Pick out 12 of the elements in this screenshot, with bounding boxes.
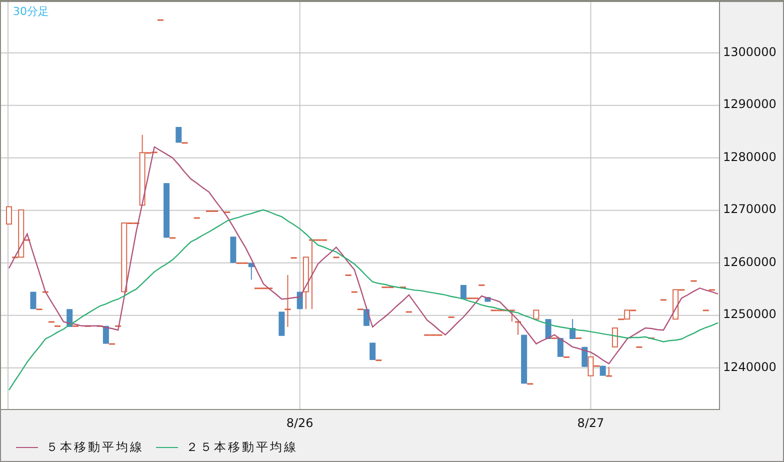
axis-label: 8/27 bbox=[577, 416, 604, 430]
axis-label: 8/26 bbox=[286, 416, 314, 430]
axis-label: 1260000 bbox=[723, 254, 776, 269]
axis-label: 1290000 bbox=[723, 97, 776, 112]
axis-label: 1300000 bbox=[723, 44, 776, 59]
axis-label: 1280000 bbox=[723, 150, 776, 164]
legend-label: ５本移動平均線 bbox=[46, 439, 144, 456]
axis-label: 1270000 bbox=[723, 202, 776, 216]
axis-label: 1240000 bbox=[723, 360, 776, 374]
timeframe-label: 30分足 bbox=[13, 4, 49, 19]
axis-label: 1250000 bbox=[723, 307, 776, 322]
legend-label: ２５本移動平均線 bbox=[186, 439, 298, 456]
